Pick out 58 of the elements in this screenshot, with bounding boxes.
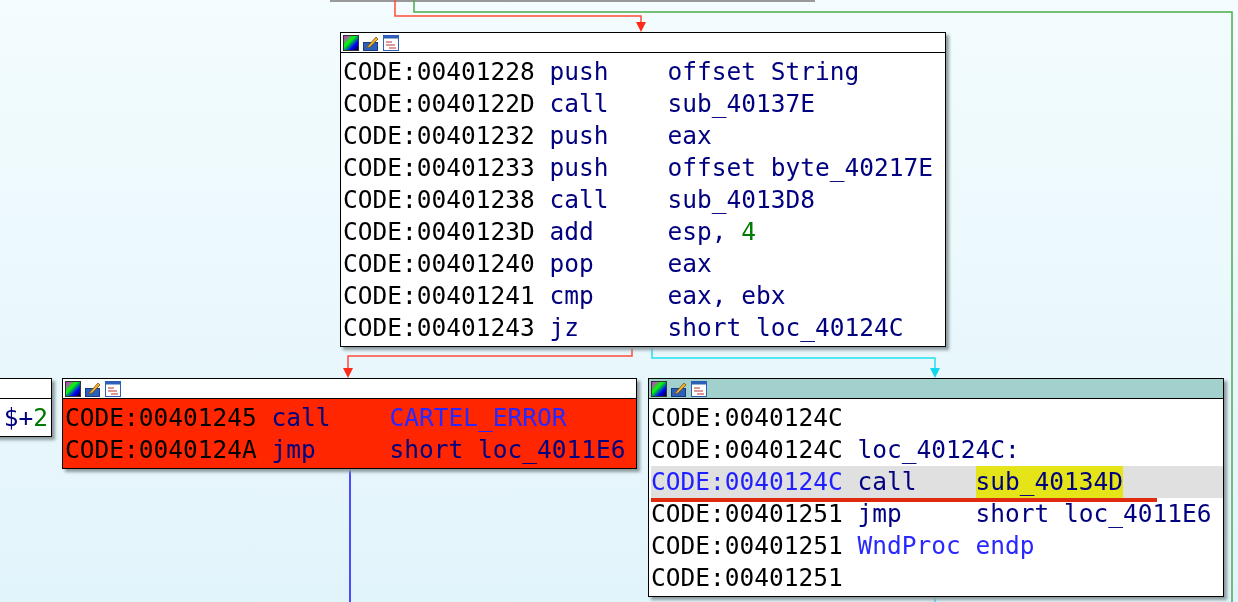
instruction-operand: eax bbox=[667, 248, 712, 280]
instruction-mnemonic: call bbox=[857, 466, 918, 498]
instruction-operand: offset byte_40217E bbox=[667, 152, 933, 184]
instruction-mnemonic: jmp bbox=[271, 434, 317, 466]
line-address: CODE:0040124C bbox=[651, 402, 844, 434]
instruction-mnemonic: add bbox=[549, 216, 595, 248]
instruction-operand: 4 bbox=[741, 216, 757, 248]
palette-icon[interactable] bbox=[343, 34, 359, 51]
line-address: CODE:00401245 bbox=[65, 402, 258, 434]
line-address: CODE:00401232 bbox=[343, 120, 536, 152]
instruction-mnemonic: loc_40124C: bbox=[857, 434, 1020, 466]
line-address: CODE:00401238 bbox=[343, 184, 536, 216]
instruction-mnemonic: push bbox=[549, 120, 610, 152]
instruction-mnemonic: push bbox=[549, 152, 610, 184]
instruction-operand: short loc_4011E6 bbox=[975, 498, 1212, 530]
line-address: CODE:00401251 bbox=[651, 530, 844, 562]
instruction-operand: eax bbox=[667, 120, 712, 152]
instruction-mnemonic: jmp bbox=[857, 498, 903, 530]
instruction-mnemonic: WndProc bbox=[857, 530, 962, 562]
instruction-operand: 2 bbox=[33, 402, 48, 434]
window-icon[interactable] bbox=[383, 34, 399, 51]
line-address: CODE:0040122D bbox=[343, 88, 536, 120]
instruction-mnemonic: call bbox=[271, 402, 332, 434]
line-address: CODE:0040123D bbox=[343, 216, 536, 248]
line-address: CODE:0040124C bbox=[651, 434, 844, 466]
instruction-operand: eax, ebx bbox=[667, 280, 786, 312]
palette-icon[interactable] bbox=[651, 380, 667, 397]
line-address: CODE:00401251 bbox=[651, 498, 844, 530]
pencil-icon[interactable] bbox=[85, 380, 101, 397]
instruction-operand: $+ bbox=[3, 402, 34, 434]
instruction-operand: sub_4013D8 bbox=[667, 184, 815, 216]
instruction-mnemonic: jz bbox=[549, 312, 580, 344]
palette-icon[interactable] bbox=[65, 380, 81, 397]
instruction-operand: endp bbox=[975, 530, 1035, 562]
instruction-operand: sub_40137E bbox=[667, 88, 815, 120]
line-address: CODE:0040124C bbox=[651, 466, 844, 498]
instruction-operand: short loc_40124C bbox=[667, 312, 904, 344]
window-icon[interactable] bbox=[105, 380, 121, 397]
instruction-operand: sub_40134D bbox=[975, 466, 1123, 498]
instruction-mnemonic: push bbox=[549, 56, 610, 88]
pencil-icon[interactable] bbox=[363, 34, 379, 51]
instruction-operand: esp, bbox=[667, 216, 728, 248]
instruction-mnemonic: cmp bbox=[549, 280, 595, 312]
line-address: CODE:00401241 bbox=[343, 280, 536, 312]
pencil-icon[interactable] bbox=[671, 380, 687, 397]
instruction-mnemonic: pop bbox=[549, 248, 595, 280]
line-address: CODE:00401228 bbox=[343, 56, 536, 88]
instruction-operand: offset String bbox=[667, 56, 860, 88]
instruction-mnemonic: call bbox=[549, 184, 610, 216]
window-icon[interactable] bbox=[691, 380, 707, 397]
instruction-operand: CARTEL_ERROR bbox=[389, 402, 567, 434]
instruction-mnemonic: call bbox=[549, 88, 610, 120]
line-address: CODE:00401233 bbox=[343, 152, 536, 184]
line-address: CODE:00401240 bbox=[343, 248, 536, 280]
line-address: CODE:00401243 bbox=[343, 312, 536, 344]
line-address: CODE:0040124A bbox=[65, 434, 258, 466]
line-address: CODE:00401251 bbox=[651, 562, 844, 594]
instruction-operand: short loc_4011E6 bbox=[389, 434, 626, 466]
